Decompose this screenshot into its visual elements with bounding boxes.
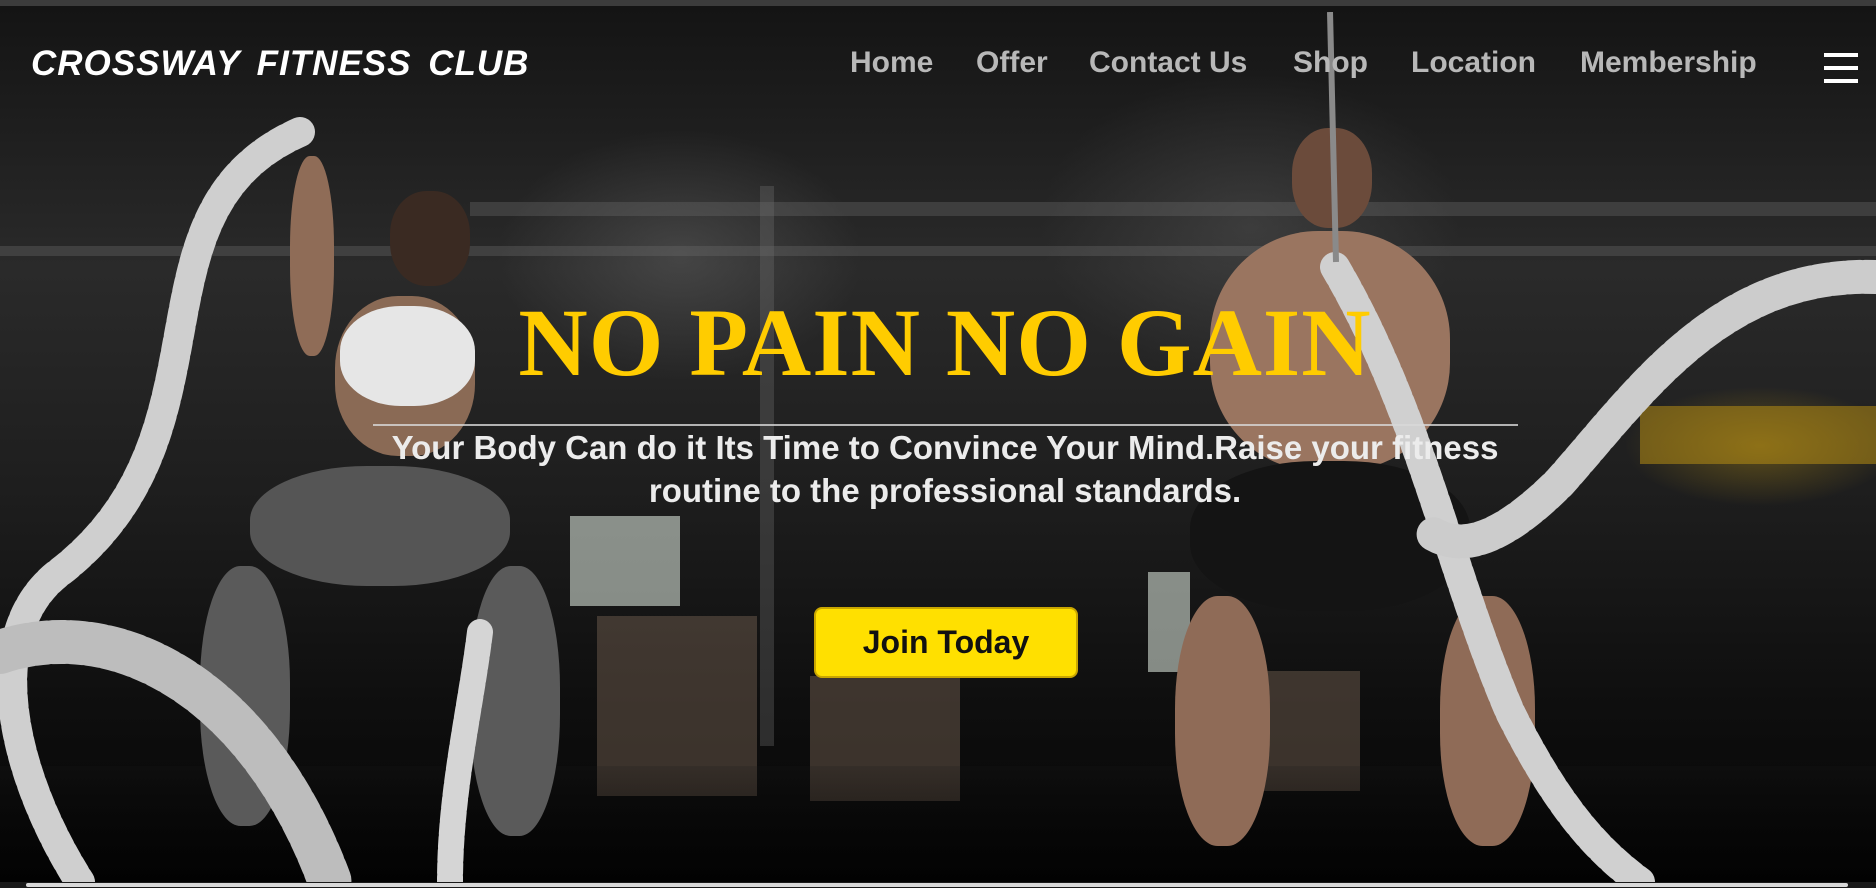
nav-link-home[interactable]: Home — [850, 46, 933, 80]
join-today-button[interactable]: Join Today — [814, 607, 1078, 678]
nav-link-membership[interactable]: Membership — [1580, 46, 1757, 80]
nav-link-shop[interactable]: Shop — [1293, 46, 1368, 80]
main-navigation: Home Offer Contact Us Shop Location Memb… — [0, 46, 1876, 86]
nav-link-contact-us[interactable]: Contact Us — [1089, 46, 1247, 80]
hero-headline: NO PAIN NO GAIN — [518, 289, 1372, 396]
nav-link-offer[interactable]: Offer — [976, 46, 1048, 80]
hamburger-menu-icon[interactable] — [1824, 51, 1858, 85]
nav-link-location[interactable]: Location — [1411, 46, 1536, 80]
hero-subtitle: Your Body Can do it Its Time to Convince… — [391, 429, 1499, 509]
horizontal-scrollbar[interactable] — [26, 883, 1848, 887]
